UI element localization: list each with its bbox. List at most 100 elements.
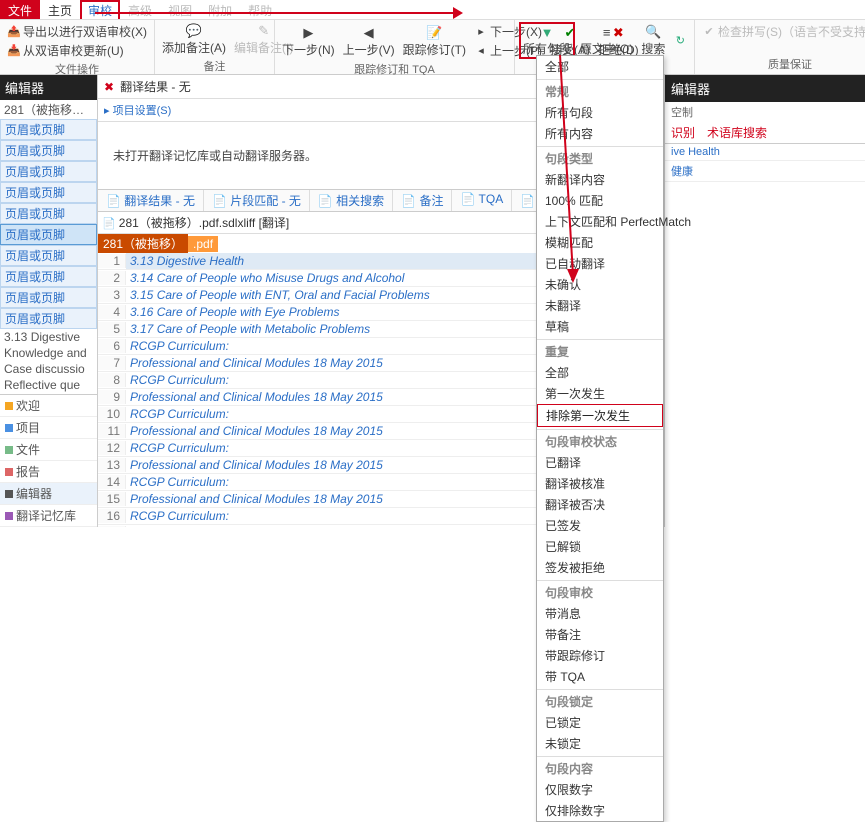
tab-tm[interactable]: 翻译记忆库	[0, 505, 97, 527]
tree-item[interactable]: 3.13 Digestive	[0, 329, 97, 345]
row-number: 8	[98, 373, 126, 387]
dropdown-item[interactable]: 已翻译	[537, 452, 663, 473]
results-tab[interactable]: 📄 备注	[393, 190, 452, 211]
menu-home[interactable]: 主页	[40, 0, 80, 19]
menu-bar: 文件 主页 审校 高级 视图 附加 帮助	[0, 0, 865, 20]
dropdown-item[interactable]: 排除第一次发生	[537, 404, 663, 427]
menu-advanced[interactable]: 高级	[120, 0, 160, 19]
row-number: 2	[98, 271, 126, 285]
tree-root[interactable]: 281（被拖移） ▸	[0, 100, 97, 119]
dropdown-section-header: 句段审校	[537, 580, 663, 603]
row-number: 6	[98, 339, 126, 353]
dropdown-item[interactable]: 带跟踪修订	[537, 645, 663, 666]
menu-addins[interactable]: 附加	[200, 0, 240, 19]
ribbon: 📤导出以进行双语审校(X) 📥从双语审校更新(U) 文件操作 💬添加备注(A) …	[0, 20, 865, 75]
dropdown-item[interactable]: 已签发	[537, 515, 663, 536]
tree-item[interactable]: 页眉或页脚	[0, 308, 97, 329]
results-tab[interactable]: 📄 片段匹配 - 无	[204, 190, 310, 211]
row-number: 11	[98, 424, 126, 438]
tab-editor[interactable]: 编辑器	[0, 483, 97, 505]
tab-recognition[interactable]: 识别	[665, 122, 701, 143]
dropdown-item[interactable]: 未翻译	[537, 295, 663, 316]
all-segments-filter-button[interactable]: ▼所有句段	[519, 22, 575, 59]
dropdown-item[interactable]: 已锁定	[537, 712, 663, 733]
update-from-bilingual-button[interactable]: 📥从双语审校更新(U)	[4, 41, 127, 60]
dropdown-item[interactable]: 带 TQA	[537, 666, 663, 687]
dropdown-item[interactable]: 未锁定	[537, 733, 663, 754]
tree-item[interactable]: Reflective que	[0, 377, 97, 393]
results-tab[interactable]: 📄 TQA	[452, 190, 512, 211]
row-number: 3	[98, 288, 126, 302]
dropdown-item[interactable]: 仅限数字	[537, 779, 663, 800]
next-button[interactable]: ▶下一步(N)	[279, 24, 338, 59]
tab-reports[interactable]: 报告	[0, 461, 97, 483]
dropdown-item[interactable]: 翻译被否决	[537, 494, 663, 515]
dropdown-item[interactable]: 带消息	[537, 603, 663, 624]
annotation-arrow-1	[95, 12, 455, 14]
tree-item[interactable]: 页眉或页脚	[0, 140, 97, 161]
add-comment-button[interactable]: 💬添加备注(A)	[159, 22, 229, 57]
export-bilingual-button[interactable]: 📤导出以进行双语审校(X)	[4, 22, 150, 41]
tree-item[interactable]: 页眉或页脚	[0, 245, 97, 266]
left-panel: 编辑器 281（被拖移） ▸ 页眉或页脚页眉或页脚页眉或页脚页眉或页脚页眉或页脚…	[0, 75, 98, 527]
tree-item[interactable]: Case discussio	[0, 361, 97, 377]
dropdown-item[interactable]: 已解锁	[537, 536, 663, 557]
row-number: 16	[98, 509, 126, 523]
row-number: 14	[98, 475, 126, 489]
right-item-2[interactable]: 健康	[665, 161, 865, 182]
file-tag-name: 281（被拖移）	[98, 234, 188, 253]
menu-help[interactable]: 帮助	[240, 0, 280, 19]
tree-item[interactable]: 页眉或页脚	[0, 119, 97, 140]
dropdown-item[interactable]: 第一次发生	[537, 383, 663, 404]
dropdown-item[interactable]: 全部	[537, 362, 663, 383]
dropdown-item[interactable]: 翻译被核准	[537, 473, 663, 494]
tab-welcome[interactable]: 欢迎	[0, 395, 97, 417]
refresh-icon[interactable]: ↻	[670, 33, 690, 49]
results-title: 翻译结果 - 无	[120, 78, 191, 95]
dropdown-item[interactable]: 仅排除数字	[537, 800, 663, 821]
results-tab[interactable]: 📄 相关搜索	[310, 190, 393, 211]
tab-files[interactable]: 文件	[0, 439, 97, 461]
row-number: 9	[98, 390, 126, 404]
close-icon[interactable]: ✖	[104, 80, 114, 94]
menu-review[interactable]: 审校	[80, 0, 120, 19]
dropdown-item[interactable]: 带备注	[537, 624, 663, 645]
tree-item[interactable]: 页眉或页脚	[0, 161, 97, 182]
row-number: 5	[98, 322, 126, 336]
dropdown-section-header: 句段内容	[537, 756, 663, 779]
dropdown-section-header: 句段审校状态	[537, 429, 663, 452]
row-number: 4	[98, 305, 126, 319]
tree-item[interactable]: 页眉或页脚	[0, 266, 97, 287]
row-number: 7	[98, 356, 126, 370]
track-changes-button[interactable]: 📝跟踪修订(T)	[400, 24, 469, 59]
menu-file[interactable]: 文件	[0, 0, 40, 19]
row-number: 12	[98, 441, 126, 455]
tree-item[interactable]: 页眉或页脚	[0, 287, 97, 308]
tab-termbase-search[interactable]: 术语库搜索	[701, 122, 773, 143]
navigation-tree[interactable]: 281（被拖移） ▸ 页眉或页脚页眉或页脚页眉或页脚页眉或页脚页眉或页脚页眉或页…	[0, 100, 97, 394]
right-editor-title: 编辑器	[665, 75, 865, 102]
right-panel: 编辑器 空制 识别 术语库搜索 ive Health 健康	[664, 75, 865, 527]
source-original-button[interactable]: ≡原文中(O)	[577, 23, 636, 58]
tree-item[interactable]: 页眉或页脚	[0, 224, 97, 245]
tree-item[interactable]: 页眉或页脚	[0, 182, 97, 203]
search-button[interactable]: 🔍搜索	[638, 23, 668, 58]
right-item-1[interactable]: ive Health	[665, 144, 865, 161]
row-number: 13	[98, 458, 126, 472]
row-number: 10	[98, 407, 126, 421]
dropdown-item[interactable]: 草稿	[537, 316, 663, 337]
results-tab[interactable]: 📄 翻译结果 - 无	[98, 190, 204, 211]
dropdown-section-header: 重复	[537, 339, 663, 362]
ribbon-group-comment-label: 备注	[159, 57, 270, 74]
ribbon-group-qa-label: 质量保证	[699, 55, 865, 72]
left-tabs: 欢迎 项目 文件 报告 编辑器 翻译记忆库	[0, 394, 97, 527]
menu-view[interactable]: 视图	[160, 0, 200, 19]
tree-item[interactable]: 页眉或页脚	[0, 203, 97, 224]
tab-projects[interactable]: 项目	[0, 417, 97, 439]
prev-button[interactable]: ◀上一步(V)	[340, 24, 398, 59]
dropdown-section-header: 句段锁定	[537, 689, 663, 712]
row-number: 1	[98, 254, 126, 268]
dropdown-item[interactable]: 签发被拒绝	[537, 557, 663, 578]
file-tag-ext: .pdf	[188, 236, 218, 252]
tree-item[interactable]: Knowledge and	[0, 345, 97, 361]
